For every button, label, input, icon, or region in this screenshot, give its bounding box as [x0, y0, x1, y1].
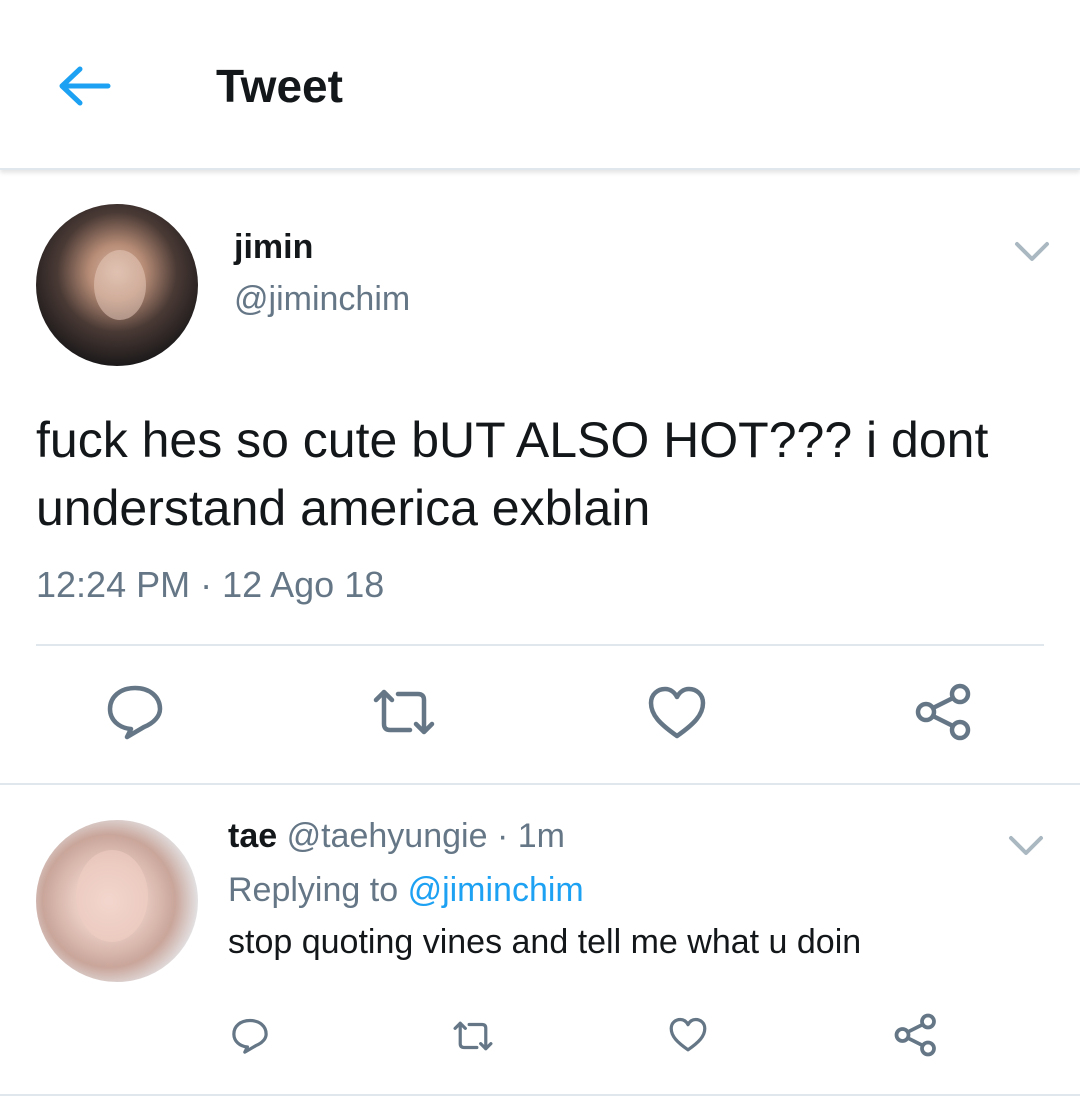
page-title: Tweet: [216, 60, 343, 112]
divider: [0, 783, 1080, 785]
reply-author-name[interactable]: tae: [228, 817, 277, 855]
reply-icon[interactable]: [230, 1016, 270, 1056]
divider: [0, 1094, 1080, 1096]
retweet-icon[interactable]: [450, 1018, 496, 1054]
back-button[interactable]: [52, 58, 116, 114]
avatar-photo: [94, 250, 146, 320]
top-app-bar: Tweet: [0, 0, 1080, 170]
reply-author-handle[interactable]: @taehyungie: [287, 817, 488, 855]
share-icon[interactable]: [892, 1012, 940, 1058]
author-name[interactable]: jimin: [234, 228, 313, 267]
avatar[interactable]: [36, 204, 198, 366]
separator-dot: ·: [496, 817, 509, 855]
like-icon[interactable]: [646, 684, 708, 742]
replying-to-link[interactable]: @jiminchim: [408, 871, 584, 909]
author-handle[interactable]: @jiminchim: [234, 280, 410, 319]
chevron-down-icon[interactable]: [1012, 236, 1052, 266]
share-icon[interactable]: [912, 682, 976, 742]
replying-to: Replying to @jiminchim: [228, 868, 584, 912]
tweet-detail-screen: Tweet jimin @jiminchim fuck hes so cute …: [0, 0, 1080, 1104]
reply-text: stop quoting vines and tell me what u do…: [228, 923, 862, 961]
chevron-down-icon[interactable]: [1006, 830, 1046, 860]
avatar[interactable]: [36, 820, 198, 982]
reply-time: 1m: [517, 817, 565, 855]
arrow-left-icon: [59, 66, 111, 106]
tweet-timestamp[interactable]: 12:24 PM · 12 Ago 18: [36, 564, 384, 606]
avatar-photo: [76, 850, 148, 942]
reply-icon[interactable]: [104, 682, 166, 742]
divider: [36, 644, 1044, 646]
tweet-text: fuck hes so cute bUT ALSO HOT??? i dont …: [36, 412, 989, 536]
replying-prefix: Replying to: [228, 871, 399, 909]
like-icon[interactable]: [668, 1016, 708, 1054]
retweet-icon[interactable]: [368, 684, 440, 740]
reply-header: tae @taehyungie · 1m: [228, 814, 565, 858]
